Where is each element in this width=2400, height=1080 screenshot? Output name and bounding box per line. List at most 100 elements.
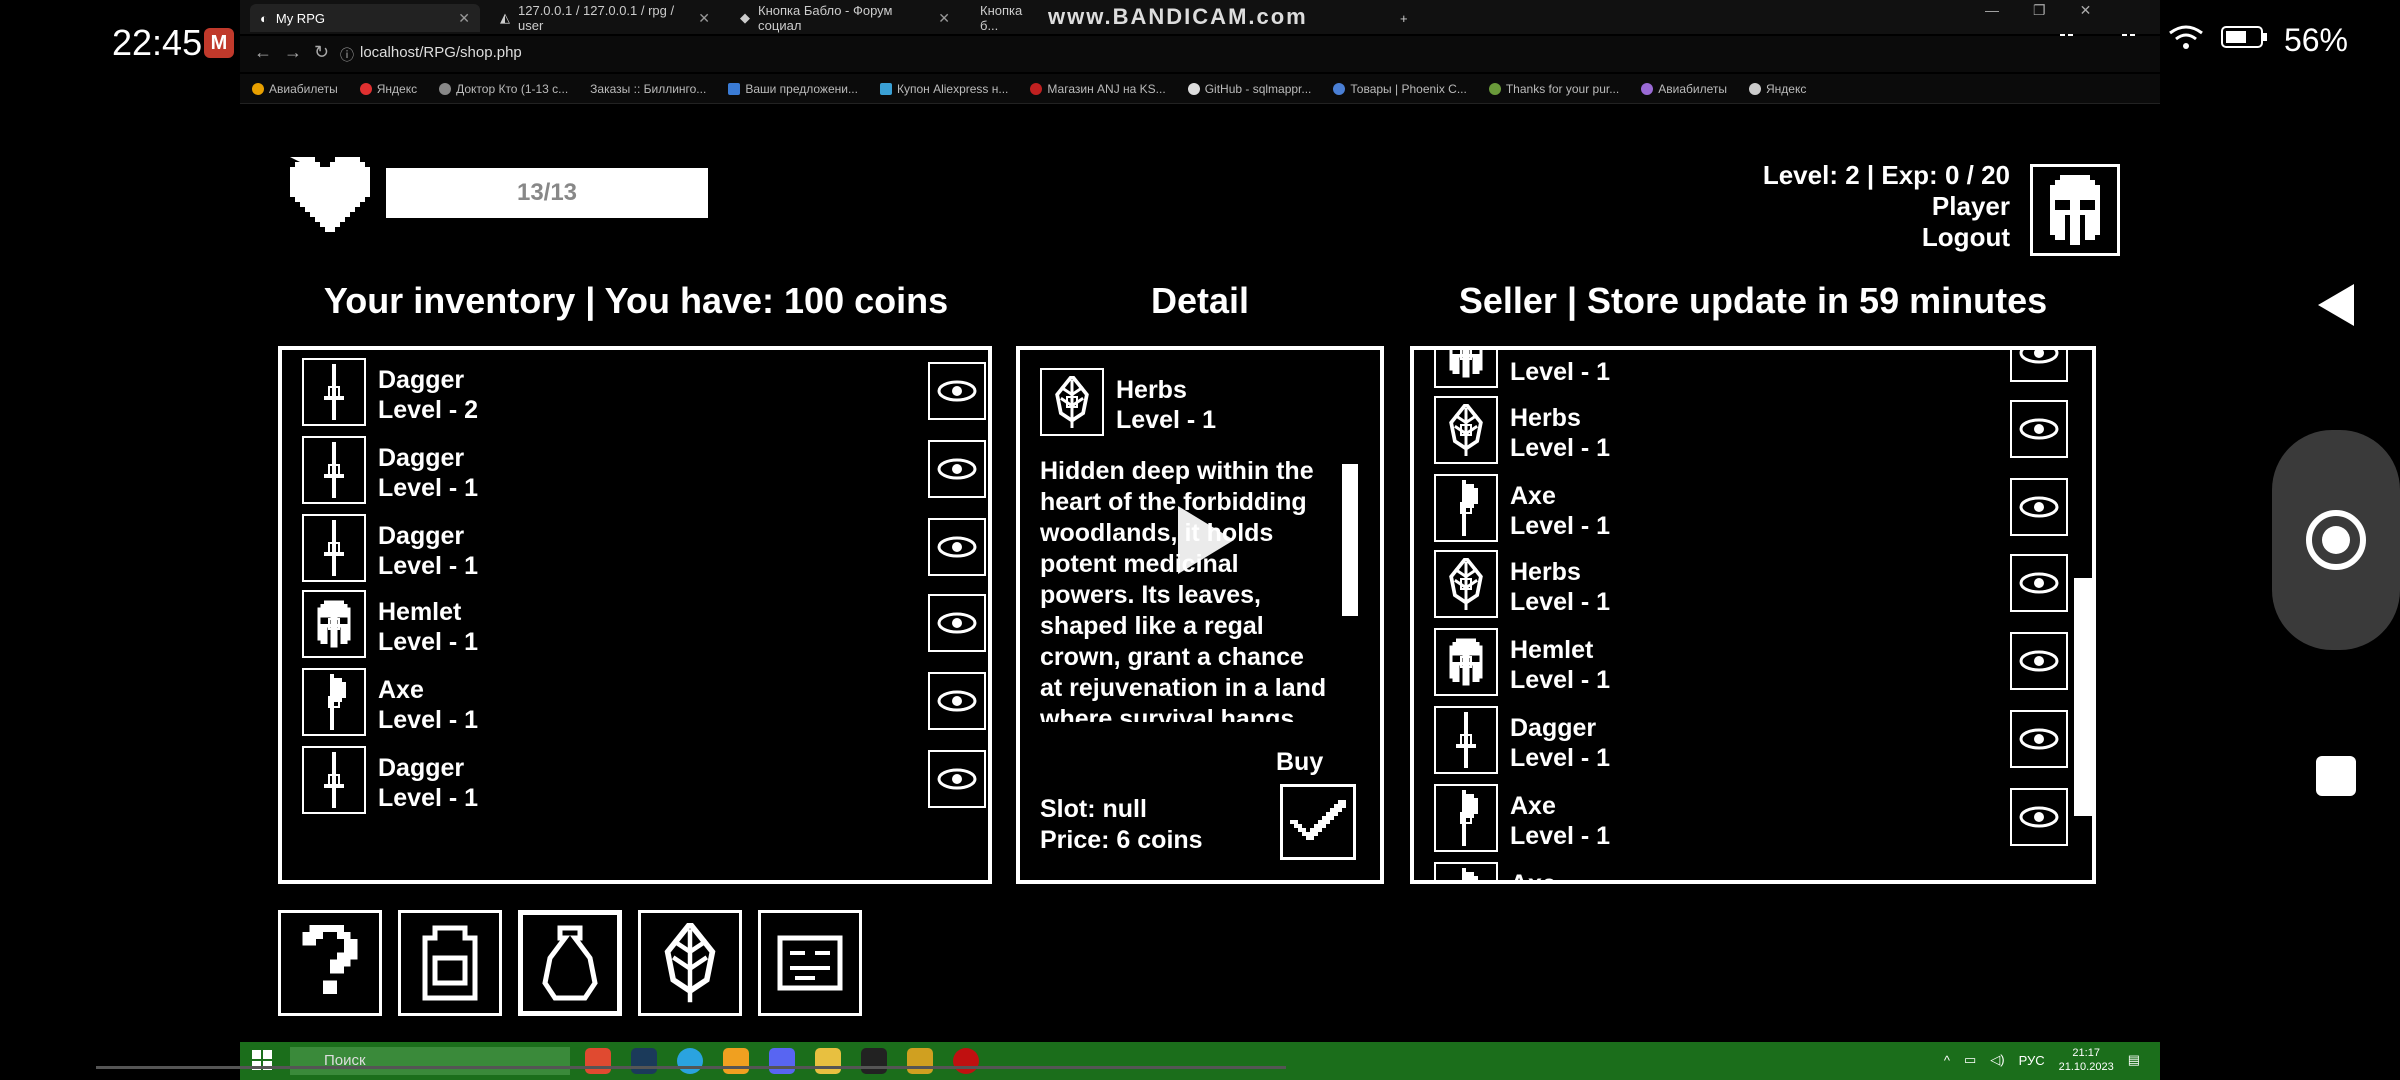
heart-icon xyxy=(280,152,370,232)
close-window-icon[interactable]: ✕ xyxy=(2080,2,2092,19)
tab-label: 127.0.0.1 / 127.0.0.1 / rpg / user xyxy=(518,3,675,33)
help-button[interactable] xyxy=(278,910,382,1016)
inventory-item[interactable]: Axe Level - 1 xyxy=(302,668,988,740)
tab-phpmyadmin[interactable]: ◭ 127.0.0.1 / 127.0.0.1 / rpg / user ✕ xyxy=(490,3,720,33)
inventory-item[interactable]: Dagger Level - 2 xyxy=(302,358,988,430)
windows-start-icon[interactable] xyxy=(252,1050,272,1075)
seller-item[interactable]: Hemlet Level - 1 xyxy=(1434,628,2092,700)
record-dot-icon xyxy=(2322,526,2350,554)
bookmark-item[interactable]: Заказы :: Биллинго... xyxy=(590,82,706,96)
close-icon[interactable]: ✕ xyxy=(458,10,470,27)
record-button[interactable] xyxy=(2306,510,2366,570)
inventory-panel: Dagger Level - 2 Dagger Level - 1 Dagger… xyxy=(278,346,992,884)
network-icon[interactable]: ▭ xyxy=(1964,1052,1976,1068)
bookmark-item[interactable]: Ваши предложени... xyxy=(728,82,858,96)
view-eye-button[interactable] xyxy=(928,518,986,576)
view-eye-button[interactable] xyxy=(2010,632,2068,690)
minimize-icon[interactable]: — xyxy=(1985,2,1999,19)
new-tab-button[interactable]: + xyxy=(1390,4,1420,32)
tab-my-rpg[interactable]: ◐ My RPG ✕ xyxy=(250,4,480,32)
map-button[interactable] xyxy=(758,910,862,1016)
chrome-icon[interactable] xyxy=(585,1048,611,1074)
epic-games-icon[interactable] xyxy=(861,1048,887,1074)
dagger-icon xyxy=(302,746,366,814)
seller-item[interactable]: Dagger Level - 1 xyxy=(1434,706,2092,778)
clock-date: 21.10.2023 xyxy=(2058,1061,2114,1073)
coin-bag-button[interactable] xyxy=(518,910,622,1016)
seller-item[interactable]: Herbs Level - 1 xyxy=(1434,550,2092,622)
inventory-item[interactable]: Hemlet Level - 1 xyxy=(302,590,988,662)
volume-icon[interactable]: ◁) xyxy=(1990,1052,2004,1068)
app-icon[interactable] xyxy=(907,1048,933,1074)
logout-link[interactable]: Logout xyxy=(1763,222,2010,253)
item-name: Dagger xyxy=(378,444,465,472)
bookmark-label: Яндекс xyxy=(376,81,418,96)
tab-knopka[interactable]: Кнопка б... xyxy=(970,3,1040,33)
language-indicator[interactable]: РУС xyxy=(2019,1053,2045,1068)
view-eye-button[interactable] xyxy=(2010,400,2068,458)
bookmark-item[interactable]: Авиабилеты xyxy=(1641,82,1727,96)
bookmark-item[interactable]: Яндекс xyxy=(359,81,418,96)
taskbar-clock[interactable]: 21:17 21.10.2023 xyxy=(2059,1046,2114,1074)
player-link[interactable]: Player xyxy=(1763,191,2010,222)
inventory-item[interactable]: Dagger Level - 1 xyxy=(302,746,988,818)
item-name: Dagger xyxy=(1510,714,1597,742)
record-icon[interactable] xyxy=(953,1048,979,1074)
backpack-button[interactable] xyxy=(398,910,502,1016)
view-eye-button[interactable] xyxy=(928,362,986,420)
close-icon[interactable]: ✕ xyxy=(698,10,710,27)
bookmark-item[interactable]: Товары | Phoenix C... xyxy=(1333,82,1467,96)
chevron-up-icon[interactable]: ^ xyxy=(1944,1053,1950,1068)
view-eye-button[interactable] xyxy=(928,750,986,808)
seller-item[interactable]: Level - 1 xyxy=(1434,350,2092,392)
player-avatar[interactable] xyxy=(2030,164,2120,256)
steam-icon[interactable] xyxy=(631,1048,657,1074)
view-eye-button[interactable] xyxy=(2010,478,2068,536)
play-overlay-icon[interactable] xyxy=(1170,500,1240,585)
close-icon[interactable]: ✕ xyxy=(938,10,950,27)
bookmark-item[interactable]: GitHub - sqlmappr... xyxy=(1187,82,1311,96)
nav-stop-icon[interactable] xyxy=(2316,756,2356,796)
taskbar-search[interactable]: Поиск xyxy=(290,1047,570,1075)
view-eye-button[interactable] xyxy=(2010,710,2068,768)
seller-item[interactable]: Axe Level - 1 xyxy=(1434,474,2092,546)
herbs-button[interactable] xyxy=(638,910,742,1016)
maximize-icon[interactable]: ❐ xyxy=(2033,2,2046,19)
item-name: Axe xyxy=(1510,482,1556,510)
app-icon[interactable] xyxy=(723,1048,749,1074)
seller-item[interactable]: Herbs Level - 1 xyxy=(1434,396,2092,468)
bookmark-item[interactable]: Купон Aliexpress н... xyxy=(879,82,1008,96)
reload-icon[interactable]: ↻ xyxy=(314,42,329,63)
folder-icon[interactable] xyxy=(815,1048,841,1074)
detail-scrollbar[interactable] xyxy=(1342,464,1358,616)
view-eye-button[interactable] xyxy=(928,440,986,498)
forward-icon[interactable]: → xyxy=(284,42,302,63)
bookmark-item[interactable]: Авиабилеты xyxy=(252,82,338,96)
item-level: Level - 1 xyxy=(1510,744,1611,772)
bookmark-item[interactable]: Магазин ANJ на KS... xyxy=(1030,82,1166,96)
seller-scrollbar[interactable] xyxy=(2074,578,2092,816)
buy-button[interactable] xyxy=(1280,784,1356,860)
nav-back-icon[interactable] xyxy=(2314,280,2358,335)
view-eye-button[interactable] xyxy=(2010,554,2068,612)
view-eye-button[interactable] xyxy=(2010,350,2068,382)
system-tray: ^ ▭ ◁) РУС 21:17 21.10.2023 ▤ xyxy=(1944,1046,2140,1074)
view-eye-button[interactable] xyxy=(2010,788,2068,846)
back-icon[interactable]: ← xyxy=(254,42,272,63)
bookmark-item[interactable]: Thanks for your pur... xyxy=(1488,82,1619,96)
inventory-item[interactable]: Dagger Level - 1 xyxy=(302,436,988,508)
bookmark-item[interactable]: Яндекс xyxy=(1748,81,1807,96)
seller-item[interactable]: Axe xyxy=(1434,862,2092,880)
inventory-item[interactable]: Dagger Level - 1 xyxy=(302,514,988,586)
windows-taskbar: Поиск ^ ▭ ◁) РУС 21:17 21.10.2023 ▤ xyxy=(240,1042,2160,1080)
bookmark-item[interactable]: Доктор Кто (1-13 с... xyxy=(439,82,568,96)
notification-icon[interactable]: ▤ xyxy=(2128,1052,2140,1068)
seller-item[interactable]: Axe Level - 1 xyxy=(1434,784,2092,856)
view-eye-button[interactable] xyxy=(928,672,986,730)
view-eye-button[interactable] xyxy=(928,594,986,652)
tab-forum[interactable]: ◆ Кнопка Бабло - Форум социал ✕ xyxy=(730,3,960,33)
discord-icon[interactable] xyxy=(769,1048,795,1074)
telegram-icon[interactable] xyxy=(677,1048,703,1074)
bookmark-label: Яндекс xyxy=(1765,81,1807,96)
url-field[interactable]: localhost/RPG/shop.php xyxy=(360,44,522,61)
